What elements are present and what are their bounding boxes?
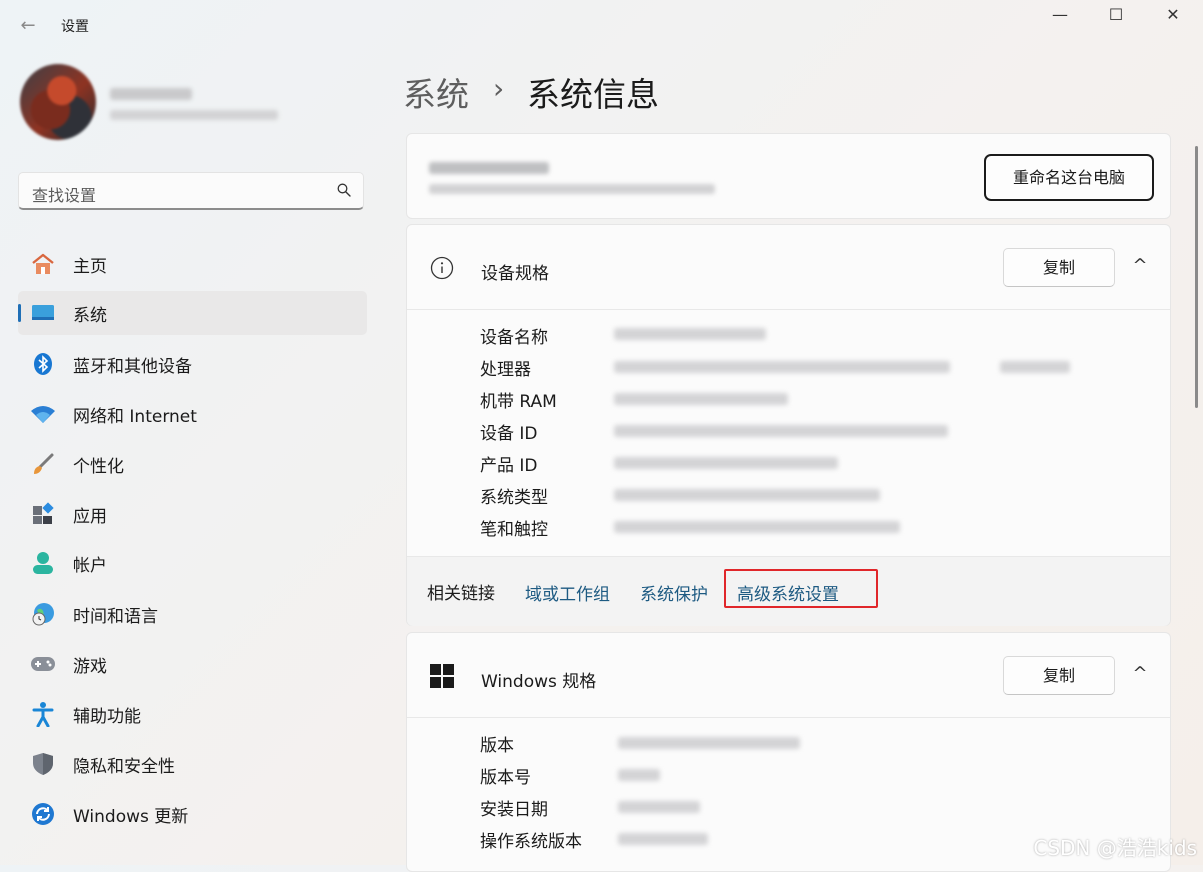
sidebar-item-privacy[interactable]: 隐私和安全性 [18, 742, 367, 786]
spec-label-system-type: 系统类型 [480, 488, 548, 508]
globe-clock-icon [30, 601, 56, 627]
spec-value-redacted [618, 737, 800, 749]
sidebar-item-personalization[interactable]: 个性化 [18, 442, 367, 486]
home-icon [30, 251, 56, 277]
spec-label-ram: 机带 RAM [480, 392, 557, 412]
maximize-button[interactable]: ☐ [1088, 0, 1144, 30]
close-button[interactable]: ✕ [1145, 0, 1201, 30]
spec-label-processor: 处理器 [480, 360, 531, 380]
search-input[interactable]: 查找设置 [18, 172, 364, 210]
highlight-box [724, 569, 878, 608]
windows-specs-header[interactable]: Windows 规格 复制 ^ [407, 633, 1170, 717]
avatar[interactable] [20, 64, 96, 140]
sidebar-item-system[interactable]: 系统 [18, 291, 367, 335]
brush-icon [30, 451, 56, 477]
active-indicator [18, 304, 21, 322]
scrollbar-thumb[interactable] [1195, 146, 1198, 408]
spec-label-pen-touch: 笔和触控 [480, 520, 548, 540]
spec-label-install-date: 安装日期 [480, 800, 548, 820]
spec-value-redacted [618, 769, 660, 781]
account-icon [30, 550, 56, 576]
chevron-up-icon[interactable]: ^ [1125, 663, 1155, 684]
shield-icon [30, 751, 56, 777]
spec-value-redacted [614, 521, 900, 533]
divider [407, 717, 1170, 718]
spec-label-product-id: 产品 ID [480, 456, 538, 476]
watermark: CSDN @浩浩kids [1033, 836, 1197, 860]
sidebar-item-windows-update[interactable]: Windows 更新 [18, 792, 367, 836]
spec-label-device-name: 设备名称 [480, 328, 548, 348]
info-icon [430, 256, 454, 280]
sidebar-item-apps[interactable]: 应用 [18, 492, 367, 536]
link-domain-workgroup[interactable]: 域或工作组 [525, 580, 610, 605]
device-specs-header[interactable]: 设备规格 复制 ^ [407, 225, 1170, 309]
app-title: 设置 [61, 19, 89, 35]
accessibility-icon [30, 701, 56, 727]
device-name-redacted [429, 162, 549, 174]
link-system-protection[interactable]: 系统保护 [640, 580, 708, 605]
search-placeholder: 查找设置 [32, 186, 97, 205]
device-name-card: 重命名这台电脑 [406, 133, 1171, 219]
spec-label-device-id: 设备 ID [480, 424, 538, 444]
page-title: 系统信息 [527, 75, 659, 114]
breadcrumb-separator: › [493, 72, 505, 105]
sidebar-item-accessibility[interactable]: 辅助功能 [18, 692, 367, 736]
bluetooth-icon [30, 351, 56, 377]
spec-value-redacted [614, 328, 766, 340]
apps-icon [30, 501, 56, 527]
spec-value-redacted [618, 801, 700, 813]
breadcrumb-parent[interactable]: 系统 [403, 68, 469, 116]
device-specs-title: 设备规格 [481, 264, 549, 284]
spec-label-os-build: 操作系统版本 [480, 832, 582, 852]
spec-value-redacted [618, 833, 708, 845]
monitor-icon [30, 300, 56, 326]
wifi-icon [30, 401, 56, 427]
copy-device-specs-button[interactable]: 复制 [1003, 248, 1115, 287]
divider [407, 309, 1170, 310]
sidebar-item-home[interactable]: 主页 [18, 242, 367, 286]
gamepad-icon [30, 651, 56, 677]
sidebar-item-bluetooth[interactable]: 蓝牙和其他设备 [18, 342, 367, 386]
device-model-redacted [429, 184, 715, 194]
back-button[interactable]: ← [14, 12, 42, 40]
sidebar-item-network[interactable]: 网络和 Internet [18, 392, 367, 436]
user-name-redacted [110, 88, 192, 100]
spec-value-redacted [614, 489, 880, 501]
windows-logo-icon [430, 664, 454, 688]
windows-specs-title: Windows 规格 [481, 672, 597, 692]
rename-pc-button[interactable]: 重命名这台电脑 [984, 154, 1154, 201]
update-icon [30, 801, 56, 827]
spec-value-redacted [614, 457, 838, 469]
spec-label-edition: 版本 [480, 736, 514, 756]
chevron-up-icon[interactable]: ^ [1125, 255, 1155, 276]
copy-windows-specs-button[interactable]: 复制 [1003, 656, 1115, 695]
sidebar-item-time-language[interactable]: 时间和语言 [18, 592, 367, 636]
search-icon [337, 183, 351, 197]
minimize-button[interactable]: — [1032, 0, 1088, 30]
spec-value-redacted [614, 425, 948, 437]
spec-value-redacted [1000, 361, 1070, 373]
arrow-left-icon: ← [20, 15, 36, 36]
sidebar-item-gaming[interactable]: 游戏 [18, 642, 367, 686]
spec-label-version: 版本号 [480, 768, 531, 788]
sidebar-item-accounts[interactable]: 帐户 [18, 541, 367, 585]
related-links-label: 相关链接 [427, 584, 495, 604]
spec-value-redacted [614, 393, 788, 405]
user-email-redacted [110, 110, 278, 120]
spec-value-redacted [614, 361, 950, 373]
